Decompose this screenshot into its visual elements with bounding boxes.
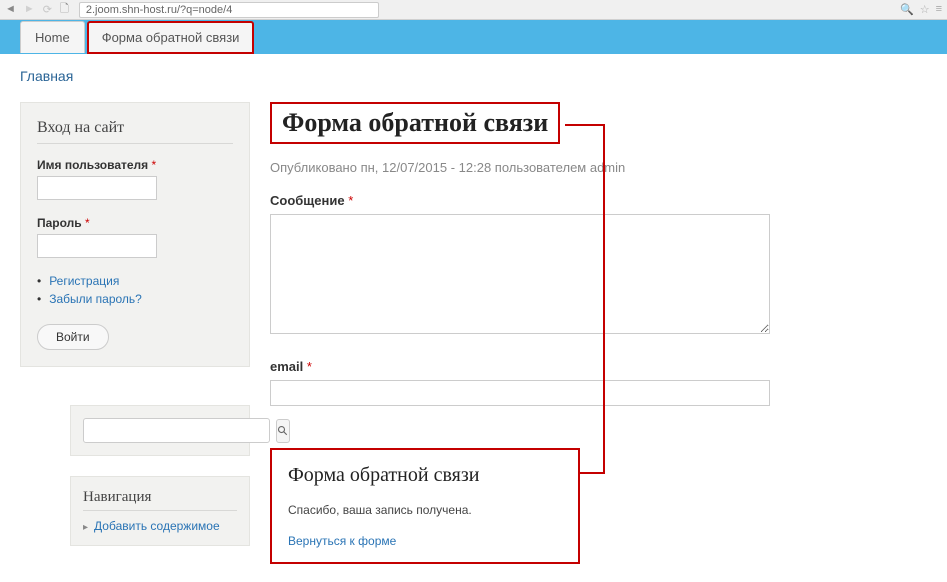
required-asterisk: * [85, 216, 90, 230]
navigation-title: Навигация [83, 489, 237, 511]
back-icon[interactable]: ◄ [5, 3, 16, 16]
annotation-line [603, 124, 605, 474]
zoom-icon[interactable]: 🔍 [900, 3, 914, 16]
username-label: Имя пользователя * [37, 158, 233, 172]
divider [37, 143, 233, 144]
publish-meta: Опубликовано пн, 12/07/2015 - 12:28 поль… [270, 160, 927, 175]
main-content: Форма обратной связи Опубликовано пн, 12… [270, 102, 927, 564]
navigation-block: Навигация Добавить содержимое [70, 476, 250, 546]
browser-nav-icons: ◄ ► ⟳ [5, 3, 52, 16]
login-button[interactable]: Войти [37, 324, 109, 350]
search-block [70, 405, 250, 456]
confirmation-message: Спасибо, ваша запись получена. [288, 503, 562, 517]
login-links: Регистрация Забыли пароль? [37, 274, 233, 306]
forward-icon[interactable]: ► [24, 3, 35, 16]
menu-icon[interactable]: ≡ [936, 3, 942, 16]
star-icon[interactable]: ☆ [920, 3, 930, 16]
required-asterisk: * [307, 359, 312, 374]
email-label: email * [270, 359, 927, 374]
nav-item-add-content[interactable]: Добавить содержимое [83, 519, 237, 533]
message-textarea[interactable] [270, 214, 770, 334]
forgot-password-link[interactable]: Забыли пароль? [49, 292, 142, 306]
login-title: Вход на сайт [37, 119, 233, 137]
required-asterisk: * [348, 193, 353, 208]
breadcrumb-home[interactable]: Главная [20, 68, 927, 84]
confirmation-block: Форма обратной связи Спасибо, ваша запис… [270, 448, 580, 564]
email-input[interactable] [270, 380, 770, 406]
password-input[interactable] [37, 234, 157, 258]
annotation-line [580, 472, 605, 474]
page-icon: 🗋 [60, 0, 69, 19]
annotation-line [565, 124, 605, 126]
reload-icon[interactable]: ⟳ [43, 3, 52, 16]
nav-tab-home[interactable]: Home [20, 21, 85, 53]
url-input[interactable]: 2.joom.shn-host.ru/?q=node/4 [79, 2, 379, 18]
confirmation-title: Форма обратной связи [288, 464, 562, 487]
browser-address-bar: ◄ ► ⟳ 🗋 2.joom.shn-host.ru/?q=node/4 🔍 ☆… [0, 0, 947, 20]
main-nav-bar: Home Форма обратной связи [0, 20, 947, 54]
password-label: Пароль * [37, 216, 233, 230]
register-link[interactable]: Регистрация [49, 274, 119, 288]
nav-tab-feedback-form[interactable]: Форма обратной связи [87, 21, 255, 54]
page-title: Форма обратной связи [270, 102, 560, 144]
search-input[interactable] [83, 418, 270, 443]
login-block: Вход на сайт Имя пользователя * Пароль *… [20, 102, 250, 367]
required-asterisk: * [152, 158, 157, 172]
message-label: Сообщение * [270, 193, 927, 208]
sidebar: Вход на сайт Имя пользователя * Пароль *… [20, 102, 250, 546]
username-input[interactable] [37, 176, 157, 200]
back-to-form-link[interactable]: Вернуться к форме [288, 534, 396, 548]
browser-right-icons: 🔍 ☆ ≡ [900, 3, 942, 16]
